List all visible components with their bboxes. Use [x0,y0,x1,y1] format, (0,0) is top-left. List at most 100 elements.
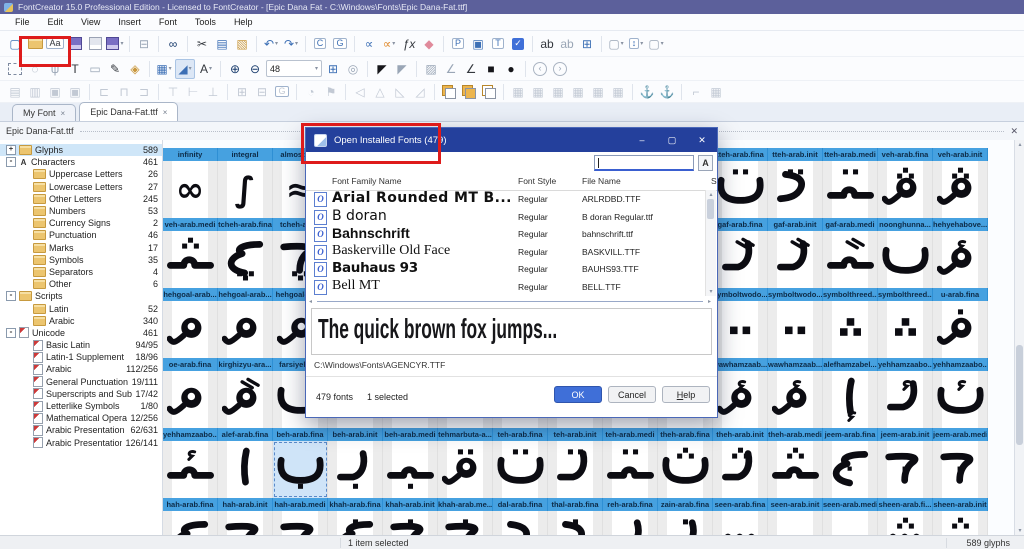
select-tool-button[interactable] [6,60,24,78]
font-row-bahnschrift[interactable]: O Bahnschrift Regular bahnschrift.ttf [306,225,705,243]
tree-item-mathematical-operators[interactable]: Mathematical Operators12/256 [0,412,162,424]
open-installed-fonts-button[interactable]: Aa [46,35,64,53]
panel-close-icon[interactable]: ✕ [1010,126,1018,137]
glyph-cell-reh-arab-fina[interactable]: reh-arab.fina [603,498,658,535]
glyph-cell-hehgoal-arab-[interactable]: hehgoal-arab... [218,288,273,358]
glyph-cell-tteh-arab-fina[interactable]: tteh-arab.fina [713,148,768,218]
show-metrics-button[interactable]: ▦ [549,83,567,101]
insert-contour-button[interactable]: ▤ [6,83,24,101]
change-direction-button[interactable]: ⚑ [322,83,340,101]
chevron-down-icon[interactable]: ▾ [392,40,395,47]
glyph-cell-symboltwodo-[interactable]: symboltwodo... [768,288,823,358]
glyph-cell-symbolthreed-[interactable]: symbolthreed... [878,288,933,358]
rotate-contour-button[interactable]: ◔ [302,83,320,101]
hscrollbar-thumb[interactable] [317,301,703,302]
menu-font[interactable]: Font [150,15,186,29]
glyph-cell-veh-arab-fina[interactable]: veh-arab.fina [878,148,933,218]
glyph-cell-integral[interactable]: integral ∫ [218,148,273,218]
flip-image-button[interactable]: ▨ [422,60,440,78]
glyph-cell-khah-arab-init[interactable]: khah-arab.init [383,498,438,535]
skew-horizontal-button[interactable]: ◺ [391,83,409,101]
glyph-cell-yehhamzaabo-[interactable]: yehhamzaabo... [878,358,933,428]
menu-view[interactable]: View [72,15,109,29]
menu-tools[interactable]: Tools [186,15,225,29]
font-validation-button[interactable] [509,35,527,53]
glyph-cell-u-arab-fina[interactable]: u-arab.fina [933,288,988,358]
skew-right-button[interactable]: ∠ [462,60,480,78]
show-grid-button[interactable]: ▦ [509,83,527,101]
glyph-program-button[interactable]: G [273,83,291,101]
draw-tool-button[interactable]: ✎ [106,60,124,78]
tree-item-numbers[interactable]: Numbers 53 [0,205,162,217]
align-middle-button[interactable]: ⊢ [184,83,202,101]
tree-item-latin-1-supplement[interactable]: Latin-1 Supplement 18/96 [0,351,162,363]
chevron-down-icon[interactable]: ▾ [621,40,624,47]
text-tool-button[interactable]: T [66,60,84,78]
collapse-icon[interactable]: - [6,327,16,338]
tree-item-symbols[interactable]: Symbols 35 [0,254,162,266]
column-font-style[interactable]: Font Style [518,176,556,186]
font-search-input[interactable] [594,155,694,171]
chevron-down-icon[interactable]: ▾ [275,40,278,47]
lasso-tool-button[interactable]: ◌ [26,60,44,78]
glyph-cell-sheen-arab-init[interactable]: sheen-arab.init [933,498,988,535]
glyph-cell-theh-arab-init[interactable]: theh-arab.init [713,428,768,498]
anchor-points-button[interactable]: ⚓ [638,83,656,101]
match-case-button[interactable]: A [698,155,713,171]
copy-glyph-button[interactable]: G [331,35,349,53]
glyph-cell-khah-arab-me-[interactable]: khah-arab.me... [438,498,493,535]
zoom-selection-button[interactable]: ⊞ [324,60,342,78]
chevron-down-icon[interactable]: ▾ [295,40,298,47]
glyph-cell-tcheh-arab-fina[interactable]: tcheh-arab.fina [218,218,273,288]
chevron-down-icon[interactable]: ▾ [661,40,664,47]
tree-item-arabic-presentation-form-[interactable]: Arabic Presentation Form...62/631 [0,424,162,436]
glyph-cell-hehyehabove-[interactable]: hehyehabove... [933,218,988,288]
redo-button[interactable]: ↷ ▾ [282,35,300,53]
glyph-cell-seen-arab-init[interactable]: seen-arab.init [768,498,823,535]
glyph-cell-alefhamzabel-[interactable]: alefhamzabel... [823,358,878,428]
background-image-button[interactable]: ▦ ▾ [155,60,173,78]
link-composite-button[interactable]: ∝ [360,35,378,53]
glyph-cell-kirghizyu-ara-[interactable]: kirghizyu-ara... [218,358,273,428]
snap-to-curve-button[interactable]: ⌐ [687,83,705,101]
dialog-maximize-icon[interactable]: ▢ [657,128,687,152]
tree-item-general-punctuation[interactable]: General Punctuation 19/111 [0,376,162,388]
collapse-icon[interactable]: - [6,291,16,302]
grid-scrollbar[interactable]: ▴ ▾ [1014,140,1024,535]
tree-item-currency-signs[interactable]: Currency Signs 2 [0,217,162,229]
help-button[interactable]: Help [662,386,710,403]
dialog-minimize-icon[interactable]: – [627,128,657,152]
chevron-down-icon[interactable]: ▾ [315,65,318,72]
glyph-cell-beh-arab-fina[interactable]: beh-arab.fina [273,428,328,498]
scroll-down-icon[interactable]: ▾ [706,288,716,295]
pointer-points-button[interactable]: ◤ [393,60,411,78]
print-glyphs-button[interactable]: ⊟ [135,35,153,53]
cancel-button[interactable]: Cancel [608,386,656,403]
save-copy-button[interactable] [86,35,104,53]
next-glyph-button[interactable]: › [551,60,569,78]
glyph-cell-alef-arab-fina[interactable]: alef-arab.fina [218,428,273,498]
copy-button[interactable]: ▤ [213,35,231,53]
glyph-cell-gaf-arab-init[interactable]: gaf-arab.init [768,218,823,288]
tree-item-marks[interactable]: Marks 17 [0,242,162,254]
font-row-baskerville-old-face[interactable]: O Baskerville Old Face Regular BASKVILL.TTF [306,243,705,261]
copy-character-button[interactable]: C [311,35,329,53]
send-to-back-button[interactable]: ▣ [66,83,84,101]
glyph-cell-hah-arab-fina[interactable]: hah-arab.fina [163,498,218,535]
glyph-cell-wawhamzaab-[interactable]: wawhamzaab... [713,358,768,428]
tree-item-arabic[interactable]: Arabic 112/256 [0,363,162,375]
tree-item-glyphs[interactable]: + Glyphs 589 [0,144,162,157]
glyph-cell-yehhamzaabo-[interactable]: yehhamzaabo... [933,358,988,428]
glyph-cell-hehgoal-arab-[interactable]: hehgoal-arab... [163,288,218,358]
glyph-cell-veh-arab-medi[interactable]: veh-arab.medi [163,218,218,288]
intersect-contours-button[interactable] [460,83,478,101]
scroll-down-icon[interactable]: ▾ [1015,527,1024,534]
distribute-vertically-button[interactable]: ⊟ [253,83,271,101]
tree-item-lowercase-letters[interactable]: Lowercase Letters 27 [0,181,162,193]
show-extents-button[interactable]: ▦ [609,83,627,101]
align-contours-left-button[interactable]: ⊏ [95,83,113,101]
dialog-close-icon[interactable]: ✕ [687,128,717,152]
fill-tool-button[interactable]: ◈ [126,60,144,78]
install-test-button[interactable]: ⊞ [578,35,596,53]
column-file-name[interactable]: File Name [582,176,621,186]
